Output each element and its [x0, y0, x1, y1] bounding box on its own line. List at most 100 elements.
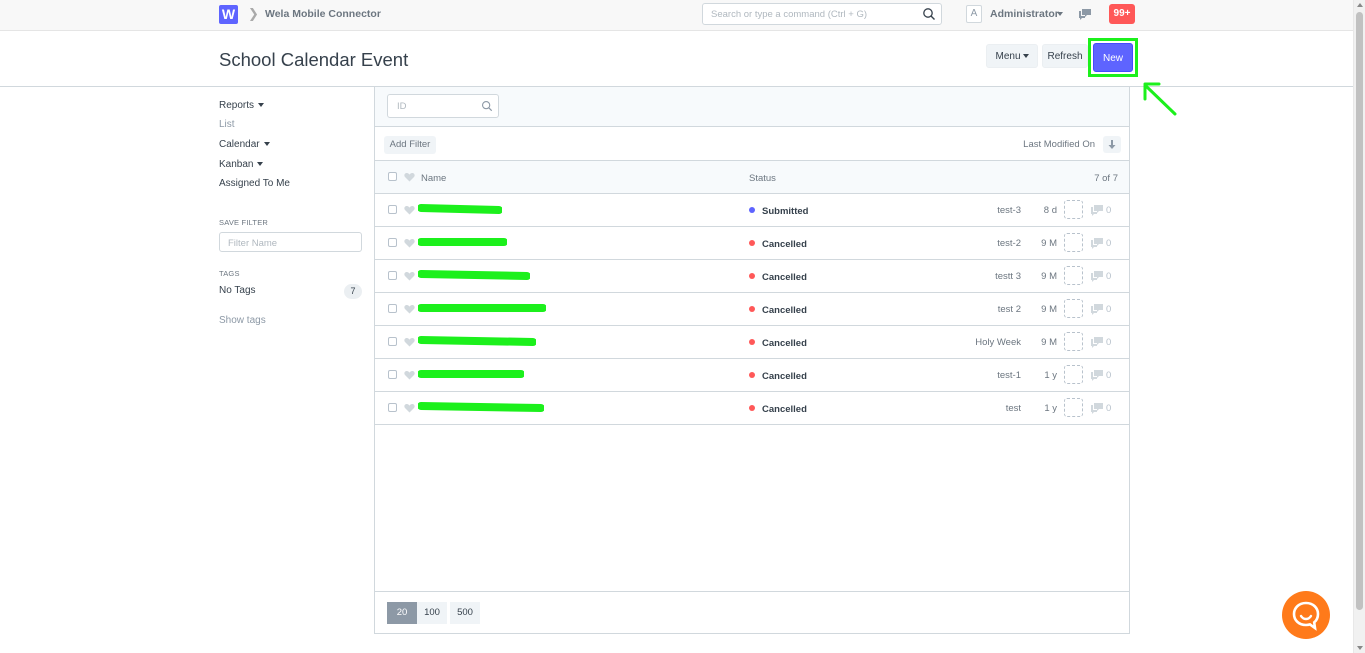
show-tags-link[interactable]: Show tags: [219, 315, 266, 326]
row-checkbox[interactable]: [388, 370, 397, 379]
heart-icon[interactable]: [404, 403, 415, 413]
row-checkbox[interactable]: [388, 337, 397, 346]
row-checkbox[interactable]: [388, 403, 397, 412]
tags-heading: TAGS: [219, 269, 240, 278]
status-text: Cancelled: [762, 404, 807, 415]
chevron-down-icon: [258, 103, 265, 108]
heart-icon[interactable]: [404, 370, 415, 380]
search-input[interactable]: [703, 4, 913, 25]
row-title[interactable]: testt 3: [995, 271, 1021, 282]
assign-avatar[interactable]: [1064, 233, 1083, 252]
new-button[interactable]: New: [1093, 43, 1133, 72]
page-size-500[interactable]: 500: [450, 602, 480, 624]
menu-button[interactable]: Menu: [986, 44, 1038, 68]
status-indicator: Submitted: [749, 206, 808, 217]
filter-name-input[interactable]: [220, 234, 356, 253]
breadcrumb-module[interactable]: Wela Mobile Connector: [265, 8, 381, 20]
heart-icon[interactable]: [404, 205, 415, 215]
filter-name-field[interactable]: [219, 232, 362, 253]
sidebar-item-calendar[interactable]: Calendar: [219, 139, 270, 150]
chat-widget[interactable]: [1282, 591, 1330, 639]
sidebar-item-assigned-to-me[interactable]: Assigned To Me: [219, 178, 290, 189]
sort-order-button[interactable]: [1103, 136, 1121, 153]
row-checkbox[interactable]: [388, 238, 397, 247]
comment-icon: [1091, 304, 1103, 315]
page-size-20[interactable]: 20: [387, 602, 417, 624]
chat-icon[interactable]: [1078, 8, 1092, 20]
assign-avatar[interactable]: [1064, 299, 1083, 318]
sidebar-item-no-tags[interactable]: No Tags: [219, 285, 256, 296]
list-row[interactable]: Cancelled Holy Week 9 M 0: [375, 326, 1129, 359]
row-title[interactable]: test: [1006, 403, 1021, 414]
id-filter-input[interactable]: [388, 95, 478, 117]
heart-icon[interactable]: [404, 238, 415, 248]
column-status: Status: [749, 173, 776, 184]
chevron-down-icon[interactable]: [1057, 12, 1063, 16]
list-row[interactable]: Cancelled test 2 9 M 0: [375, 293, 1129, 326]
modified-time: 9 M: [1041, 337, 1057, 348]
modified-time: 1 y: [1044, 403, 1057, 414]
scrollbar-thumb[interactable]: [1356, 12, 1363, 610]
user-avatar[interactable]: A: [966, 5, 982, 23]
id-filter-field[interactable]: [387, 94, 499, 118]
assign-avatar[interactable]: [1064, 365, 1083, 384]
redacted-name-mark: [418, 304, 546, 312]
modified-time: 9 M: [1041, 238, 1057, 249]
modified-time: 1 y: [1044, 370, 1057, 381]
heart-icon[interactable]: [404, 172, 415, 182]
notifications-badge[interactable]: 99+: [1109, 4, 1135, 24]
heart-icon[interactable]: [404, 337, 415, 347]
list-row[interactable]: Cancelled test-2 9 M 0: [375, 227, 1129, 260]
sidebar-item-list[interactable]: List: [219, 119, 235, 130]
row-title[interactable]: test-2: [997, 238, 1021, 249]
comment-icon: [1091, 205, 1103, 216]
comment-icon: [1091, 370, 1103, 381]
search-icon[interactable]: [922, 7, 936, 21]
row-checkbox[interactable]: [388, 304, 397, 313]
modified-time: 8 d: [1043, 205, 1057, 216]
comment-icon: [1091, 271, 1103, 282]
chevron-down-icon: [263, 142, 270, 147]
list-row[interactable]: Cancelled testt 3 9 M 0: [375, 260, 1129, 293]
app-logo[interactable]: W: [219, 5, 238, 24]
page-size-100[interactable]: 100: [417, 602, 447, 624]
search-icon: [481, 100, 493, 112]
row-title[interactable]: test-3: [997, 205, 1021, 216]
page-scrollbar[interactable]: [1353, 0, 1365, 653]
sort-selector[interactable]: Last Modified On: [1023, 139, 1095, 150]
list-row[interactable]: Cancelled test 1 y 0: [375, 392, 1129, 425]
comment-count: 0: [1106, 337, 1112, 348]
sidebar-item-kanban[interactable]: Kanban: [219, 159, 264, 170]
heart-icon[interactable]: [404, 304, 415, 314]
row-checkbox[interactable]: [388, 271, 397, 280]
refresh-button[interactable]: Refresh: [1042, 44, 1088, 68]
save-filter-heading: SAVE FILTER: [219, 218, 269, 227]
status-text: Cancelled: [762, 338, 807, 349]
awesome-bar[interactable]: [702, 3, 942, 25]
select-all-checkbox[interactable]: [388, 172, 397, 181]
list-row[interactable]: Cancelled test-1 1 y 0: [375, 359, 1129, 392]
sidebar-item-reports[interactable]: Reports: [219, 100, 265, 111]
result-count: 7 of 7: [1094, 173, 1118, 184]
scroll-down-icon[interactable]: [1357, 646, 1363, 650]
annotation-arrow-icon: [1143, 82, 1177, 116]
user-menu[interactable]: Administrator: [990, 8, 1059, 20]
column-name: Name: [421, 173, 447, 184]
row-title[interactable]: Holy Week: [975, 337, 1021, 348]
add-filter-button[interactable]: Add Filter: [384, 136, 436, 154]
row-title[interactable]: test 2: [998, 304, 1021, 315]
status-dot: [749, 207, 755, 213]
assign-avatar[interactable]: [1064, 200, 1083, 219]
list-row[interactable]: Submitted test-3 8 d 0: [375, 194, 1129, 227]
row-title[interactable]: test-1: [997, 370, 1021, 381]
chevron-down-icon: [1022, 54, 1029, 59]
assign-avatar[interactable]: [1064, 266, 1083, 285]
redacted-name-mark: [418, 336, 536, 346]
paging-area: 20 100 500: [375, 591, 1129, 633]
heart-icon[interactable]: [404, 271, 415, 281]
assign-avatar[interactable]: [1064, 332, 1083, 351]
status-dot: [749, 306, 755, 312]
assign-avatar[interactable]: [1064, 398, 1083, 417]
scroll-up-icon[interactable]: [1357, 3, 1363, 7]
row-checkbox[interactable]: [388, 205, 397, 214]
